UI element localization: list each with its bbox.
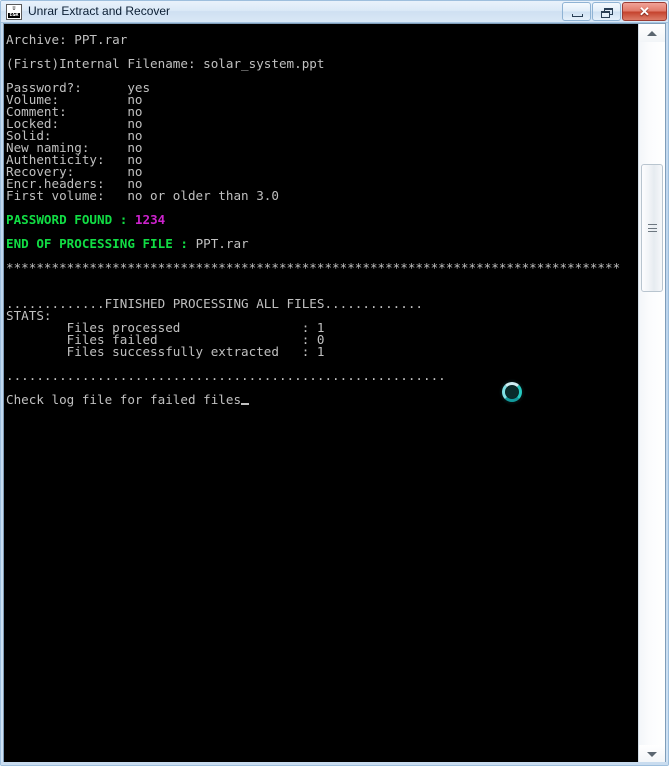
window-title: Unrar Extract and Recover	[28, 4, 171, 18]
app-icon-glyph-top: U	[12, 5, 16, 12]
busy-spinner-icon	[499, 379, 525, 405]
console-line-prop-first-volume: First volume: no or older than 3.0	[6, 188, 279, 203]
restore-button[interactable]	[592, 2, 621, 21]
scroll-up-button[interactable]	[639, 24, 665, 42]
scroll-thumb-grip-icon	[647, 224, 657, 232]
window-bottom-border	[1, 762, 668, 765]
scroll-up-arrow-icon	[647, 30, 657, 36]
console-caret	[241, 403, 250, 405]
console-line-password-found: PASSWORD FOUND : 1234	[6, 212, 638, 227]
restore-icon-front	[601, 11, 610, 18]
app-icon-glyph-bottom: E&R	[8, 11, 20, 18]
console-line-star-divider: ****************************************…	[6, 262, 621, 274]
application-window: U E&R Unrar Extract and Recover ✕ Archiv…	[0, 0, 669, 766]
scroll-thumb[interactable]	[641, 164, 663, 292]
console-line-list: Archive: PPT.rar (First)Internal Filenam…	[6, 32, 638, 407]
title-bar[interactable]: U E&R Unrar Extract and Recover ✕	[1, 1, 668, 23]
scroll-down-button[interactable]	[639, 745, 665, 763]
console-line-blank-6	[6, 274, 638, 286]
minimize-button[interactable]	[562, 2, 591, 21]
console-client-area: Archive: PPT.rar (First)Internal Filenam…	[3, 23, 666, 764]
end-of-processing-file: PPT.rar	[195, 236, 249, 251]
password-found-value: 1234	[134, 212, 166, 227]
console-line-stat-extracted: Files successfully extracted : 1	[6, 344, 325, 359]
password-found-label: PASSWORD FOUND :	[6, 212, 135, 227]
spinner-ring	[502, 382, 522, 402]
console-output[interactable]: Archive: PPT.rar (First)Internal Filenam…	[4, 24, 638, 763]
vertical-scrollbar[interactable]	[638, 24, 665, 763]
end-of-processing-label: END OF PROCESSING FILE :	[6, 236, 196, 251]
window-controls: ✕	[562, 2, 667, 21]
console-line-end-of-processing: END OF PROCESSING FILE : PPT.rar	[6, 236, 638, 251]
scroll-down-arrow-icon	[647, 751, 657, 757]
check-log-text: Check log file for failed files	[6, 392, 242, 407]
console-line-dot-divider: ........................................…	[6, 368, 446, 383]
console-line-finished-banner: .............FINISHED PROCESSING ALL FIL…	[6, 296, 424, 311]
unrar-app-icon: U E&R	[6, 4, 22, 20]
minimize-icon	[572, 14, 583, 17]
close-icon: ✕	[639, 4, 650, 19]
close-button[interactable]: ✕	[622, 2, 667, 21]
console-line-archive: Archive: PPT.rar	[6, 32, 128, 47]
console-line-internal-filename: (First)Internal Filename: solar_system.p…	[6, 56, 325, 71]
console-line-blank-5	[6, 250, 638, 262]
console-line-check-log: Check log file for failed files	[6, 392, 638, 407]
